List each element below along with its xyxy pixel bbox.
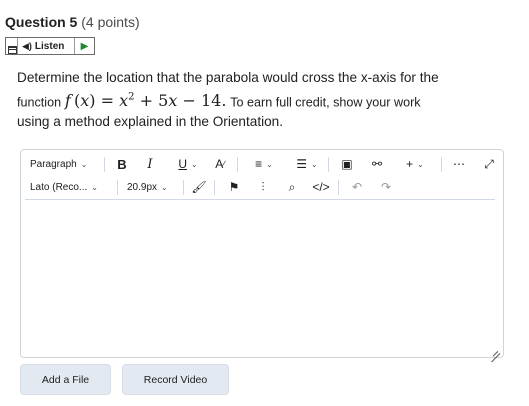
question-title: Question 5 bbox=[5, 14, 78, 30]
toolbar-separator bbox=[117, 180, 118, 195]
toolbar-separator bbox=[338, 180, 339, 195]
toolbar-divider bbox=[25, 199, 495, 200]
prompt-line1: Determine the location that the parabola… bbox=[17, 70, 439, 85]
toolbar-separator bbox=[237, 157, 238, 172]
listen-label: Listen bbox=[34, 40, 65, 52]
font-size-select[interactable]: 20.9px ⌄ bbox=[127, 175, 179, 199]
toolbar-separator bbox=[328, 157, 329, 172]
paragraph-format-select[interactable]: Paragraph ⌄ bbox=[30, 152, 100, 176]
text-color-icon[interactable]: A ∕ bbox=[211, 152, 229, 176]
prompt-line2-end: To earn full credit, show your work bbox=[230, 95, 421, 110]
add-file-button[interactable]: Add a File bbox=[20, 364, 111, 395]
equation-icon[interactable]: ⫶ bbox=[255, 175, 271, 199]
preview-icon[interactable]: ⌕ bbox=[284, 175, 300, 199]
listen-button[interactable]: ◀) Listen bbox=[18, 38, 75, 54]
link-icon[interactable]: ⚯ bbox=[369, 152, 385, 176]
list-icon[interactable]: ☰ ⌄ bbox=[291, 152, 323, 176]
bold-button[interactable]: B bbox=[113, 152, 131, 176]
more-options-icon[interactable]: ⋯ bbox=[451, 152, 467, 176]
toolbar-separator bbox=[441, 157, 442, 172]
insert-menu-button[interactable]: + ⌄ bbox=[401, 152, 429, 176]
format-painter-icon[interactable]: 🖌 bbox=[191, 175, 207, 199]
fullscreen-icon[interactable]: ⤢ bbox=[481, 152, 497, 176]
toolbar-separator bbox=[104, 157, 105, 172]
resize-handle-icon[interactable] bbox=[490, 344, 500, 354]
accessibility-checker-icon[interactable]: ⚑ bbox=[226, 175, 242, 199]
play-icon[interactable]: ▶ bbox=[75, 38, 94, 54]
font-family-select[interactable]: Lato (Reco... ⌄ bbox=[30, 175, 108, 199]
rich-text-editor[interactable]: Paragraph ⌄ B I U ⌄ A ∕ ≡ ⌄ ☰ ⌄ ▣ ⚯ + ⌄ ⋯ ⤢ La… bbox=[20, 149, 504, 358]
question-prompt: Determine the location that the parabola… bbox=[17, 68, 507, 132]
insert-media-icon[interactable]: ▣ bbox=[339, 152, 355, 176]
source-code-icon[interactable]: </> bbox=[312, 175, 329, 199]
toolbar-separator bbox=[214, 180, 215, 195]
record-video-button[interactable]: Record Video bbox=[122, 364, 229, 395]
function-equation: f (x) = x2 + 5x − 14. bbox=[64, 91, 227, 111]
speaker-icon: ◀) bbox=[22, 40, 32, 51]
undo-icon[interactable]: ↶ bbox=[349, 175, 365, 199]
listen-toolbar: ◀) Listen ▶ bbox=[5, 37, 95, 55]
question-header: Question 5 (4 points) bbox=[5, 14, 140, 30]
redo-icon[interactable]: ↷ bbox=[378, 175, 394, 199]
toolbar-separator bbox=[183, 180, 184, 195]
prompt-line3: using a method explained in the Orientat… bbox=[17, 114, 284, 130]
italic-button[interactable]: I bbox=[142, 152, 158, 176]
question-points: (4 points) bbox=[81, 14, 140, 30]
align-icon[interactable]: ≡ ⌄ bbox=[249, 152, 279, 176]
underline-button[interactable]: U ⌄ bbox=[173, 152, 203, 176]
reader-menu-icon[interactable] bbox=[6, 38, 18, 54]
prompt-function-word: function bbox=[17, 95, 62, 110]
